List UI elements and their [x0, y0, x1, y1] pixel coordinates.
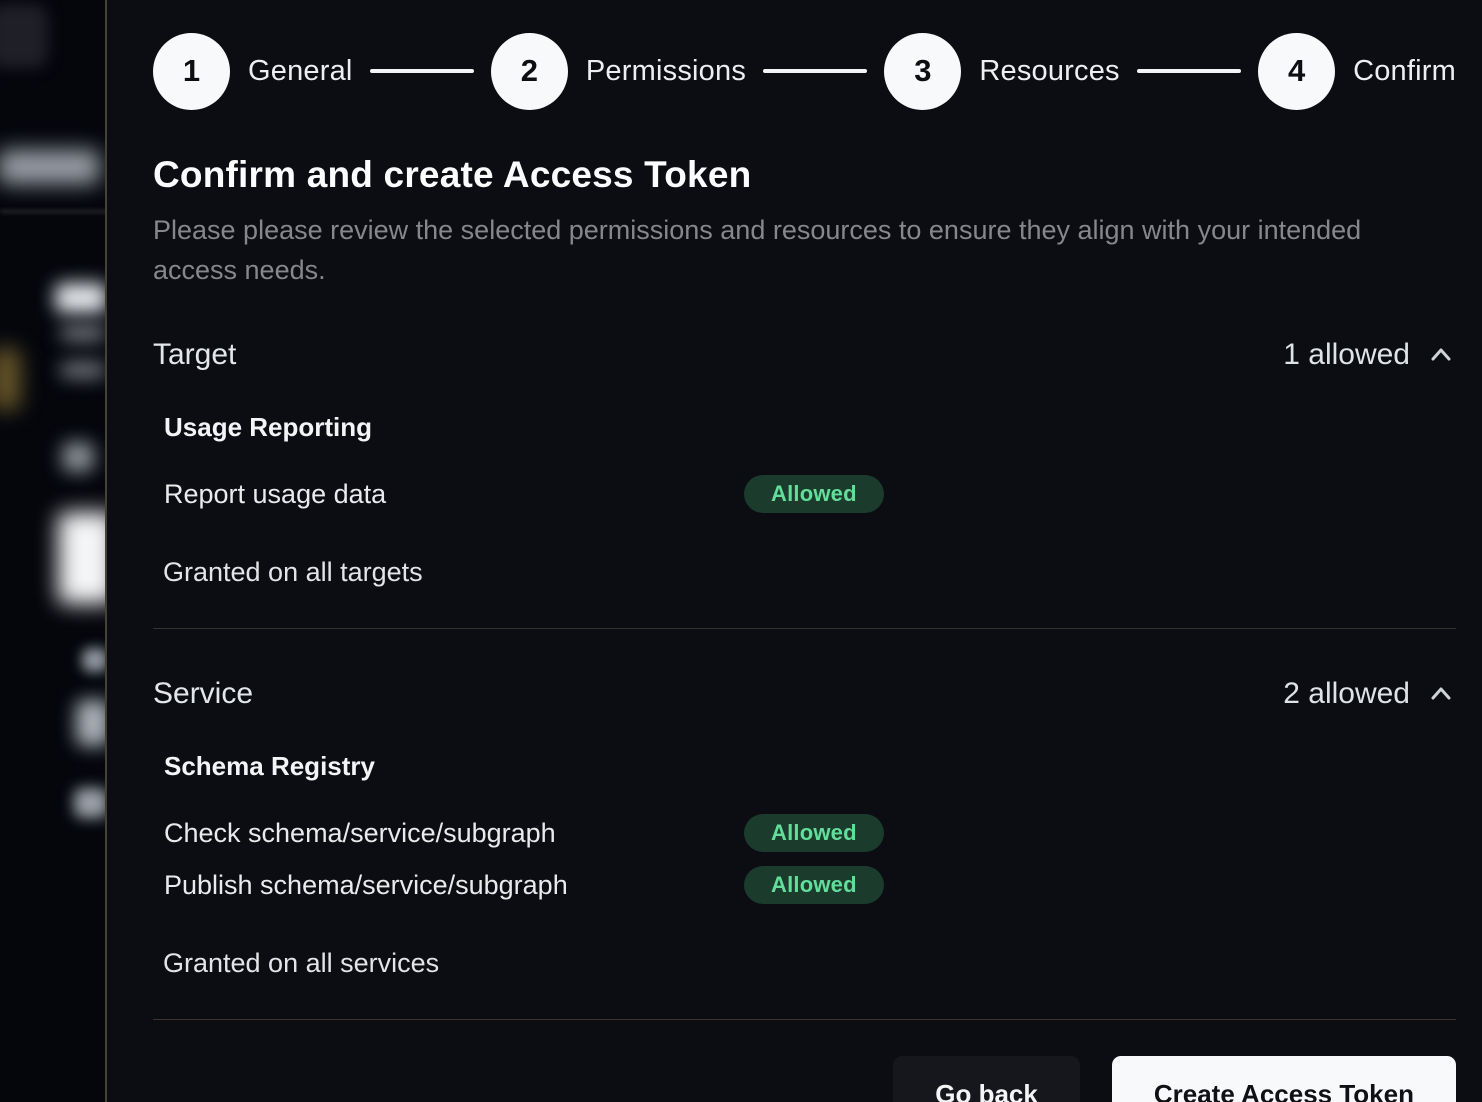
page-description: Please please review the selected permis… [153, 210, 1383, 290]
backdrop-list-item-blur [82, 648, 107, 672]
permission-label: Report usage data [164, 479, 744, 510]
status-badge-allowed: Allowed [744, 814, 884, 852]
step-label: General [248, 55, 353, 88]
section-target: Target 1 allowed Usage Reporting Report … [153, 338, 1456, 629]
backdrop-list-item-blur [74, 788, 107, 818]
section-divider [153, 628, 1456, 629]
section-collapse-control[interactable]: 1 allowed [1283, 338, 1456, 372]
chevron-up-icon[interactable] [1426, 679, 1456, 709]
step-general[interactable]: 1 General [153, 33, 353, 110]
status-badge-allowed: Allowed [744, 475, 884, 513]
wizard-stepper: 1 General 2 Permissions 3 Resources 4 Co… [153, 32, 1456, 110]
permission-label: Check schema/service/subgraph [164, 818, 744, 849]
backdrop-logo-blur [0, 4, 48, 68]
step-label: Confirm [1353, 55, 1456, 88]
page: 1 General 2 Permissions 3 Resources 4 Co… [0, 0, 1482, 1102]
granted-note: Granted on all targets [163, 557, 1456, 588]
footer-divider [153, 1019, 1456, 1020]
backdrop-list-item-blur [76, 700, 107, 746]
section-service: Service 2 allowed Schema Registry Check … [153, 677, 1456, 1020]
step-connector-line [1137, 69, 1241, 73]
section-collapse-control[interactable]: 2 allowed [1283, 677, 1456, 711]
backdrop-divider-blur [0, 210, 107, 213]
allowed-count: 2 allowed [1283, 677, 1410, 711]
permission-group-usage-reporting: Usage Reporting Report usage data Allowe… [164, 412, 1456, 513]
step-number-circle: 4 [1258, 33, 1335, 110]
step-label: Permissions [586, 55, 746, 88]
go-back-button[interactable]: Go back [893, 1056, 1080, 1102]
step-confirm[interactable]: 4 Confirm [1258, 33, 1456, 110]
status-badge-allowed: Allowed [744, 866, 884, 904]
backdrop-blurred-page [0, 0, 107, 1102]
step-label: Resources [979, 55, 1119, 88]
group-heading: Schema Registry [164, 751, 1456, 782]
step-number-circle: 3 [884, 33, 961, 110]
group-heading: Usage Reporting [164, 412, 1456, 443]
section-target-header[interactable]: Target 1 allowed [153, 338, 1456, 372]
step-number-circle: 2 [491, 33, 568, 110]
step-resources[interactable]: 3 Resources [884, 33, 1119, 110]
create-access-token-button[interactable]: Create Access Token [1112, 1056, 1456, 1102]
backdrop-subtext-blur [60, 362, 106, 378]
permission-group-schema-registry: Schema Registry Check schema/service/sub… [164, 751, 1456, 904]
page-title: Confirm and create Access Token [153, 154, 1456, 196]
allowed-count: 1 allowed [1283, 338, 1410, 372]
chevron-up-icon[interactable] [1426, 340, 1456, 370]
section-service-header[interactable]: Service 2 allowed [153, 677, 1456, 711]
section-name: Service [153, 677, 253, 711]
backdrop-accent-blur [0, 348, 20, 410]
backdrop-subtext-blur [60, 325, 106, 341]
permission-row: Check schema/service/subgraph Allowed [164, 814, 1456, 852]
backdrop-heading-blur [55, 283, 107, 313]
create-access-token-modal: 1 General 2 Permissions 3 Resources 4 Co… [107, 0, 1482, 1102]
permission-row: Publish schema/service/subgraph Allowed [164, 866, 1456, 904]
step-connector-line [763, 69, 867, 73]
step-connector-line [370, 69, 474, 73]
modal-footer: Go back Create Access Token [153, 1056, 1456, 1102]
section-name: Target [153, 338, 236, 372]
granted-note: Granted on all services [163, 948, 1456, 979]
backdrop-card-blur [58, 512, 107, 604]
backdrop-icon-blur [62, 442, 94, 472]
backdrop-nav-text-blur [0, 150, 100, 184]
step-permissions[interactable]: 2 Permissions [491, 33, 746, 110]
permission-row: Report usage data Allowed [164, 475, 1456, 513]
permission-label: Publish schema/service/subgraph [164, 870, 744, 901]
step-number-circle: 1 [153, 33, 230, 110]
